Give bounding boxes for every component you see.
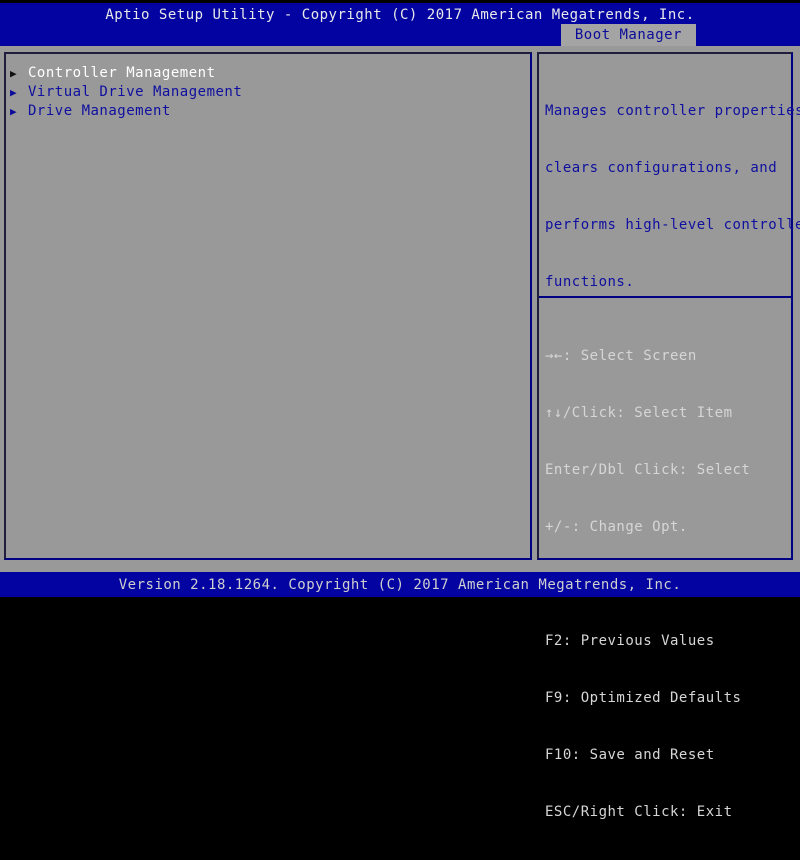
help-line: performs high-level controller [545,217,800,233]
menu-panel: ▶ Controller Management ▶ Virtual Drive … [4,52,532,560]
help-line: functions. [545,274,635,290]
help-legend-divider [539,296,791,298]
help-line: Manages controller properties, [545,103,800,119]
submenu-arrow-icon: ▶ [10,105,17,118]
menu-item-drive-management[interactable]: ▶ Drive Management [6,102,530,121]
legend-f2-previous: F2: Previous Values [545,633,715,649]
menu-item-label: Controller Management [28,65,216,81]
menu-item-virtual-drive-management[interactable]: ▶ Virtual Drive Management [6,83,530,102]
app-title: Aptio Setup Utility - Copyright (C) 2017… [105,7,695,23]
menu-item-label: Drive Management [28,103,171,119]
main-area: ▶ Controller Management ▶ Virtual Drive … [0,46,800,820]
tab-boot-manager[interactable]: Boot Manager [560,24,696,46]
legend-f10-save-reset: F10: Save and Reset [545,747,715,763]
legend-enter-select: Enter/Dbl Click: Select [545,462,751,478]
legend-select-screen: →←: Select Screen [545,348,697,364]
legend-select-item: ↑↓/Click: Select Item [545,405,733,421]
footer-bar: Version 2.18.1264. Copyright (C) 2017 Am… [0,572,800,597]
menu-item-controller-management[interactable]: ▶ Controller Management [6,64,530,83]
menu-list: ▶ Controller Management ▶ Virtual Drive … [6,64,530,121]
legend-f9-defaults: F9: Optimized Defaults [545,690,742,706]
menu-item-label: Virtual Drive Management [28,84,243,100]
help-line: clears configurations, and [545,160,778,176]
help-text: Manages controller properties, clears co… [545,64,800,330]
legend-change-opt: +/-: Change Opt. [545,519,688,535]
submenu-arrow-icon: ▶ [10,67,17,80]
version-text: Version 2.18.1264. Copyright (C) 2017 Am… [118,577,682,593]
submenu-arrow-icon: ▶ [10,86,17,99]
header-bar: Aptio Setup Utility - Copyright (C) 2017… [0,3,800,46]
help-panel: Manages controller properties, clears co… [537,52,800,820]
legend-esc-exit: ESC/Right Click: Exit [545,804,733,820]
